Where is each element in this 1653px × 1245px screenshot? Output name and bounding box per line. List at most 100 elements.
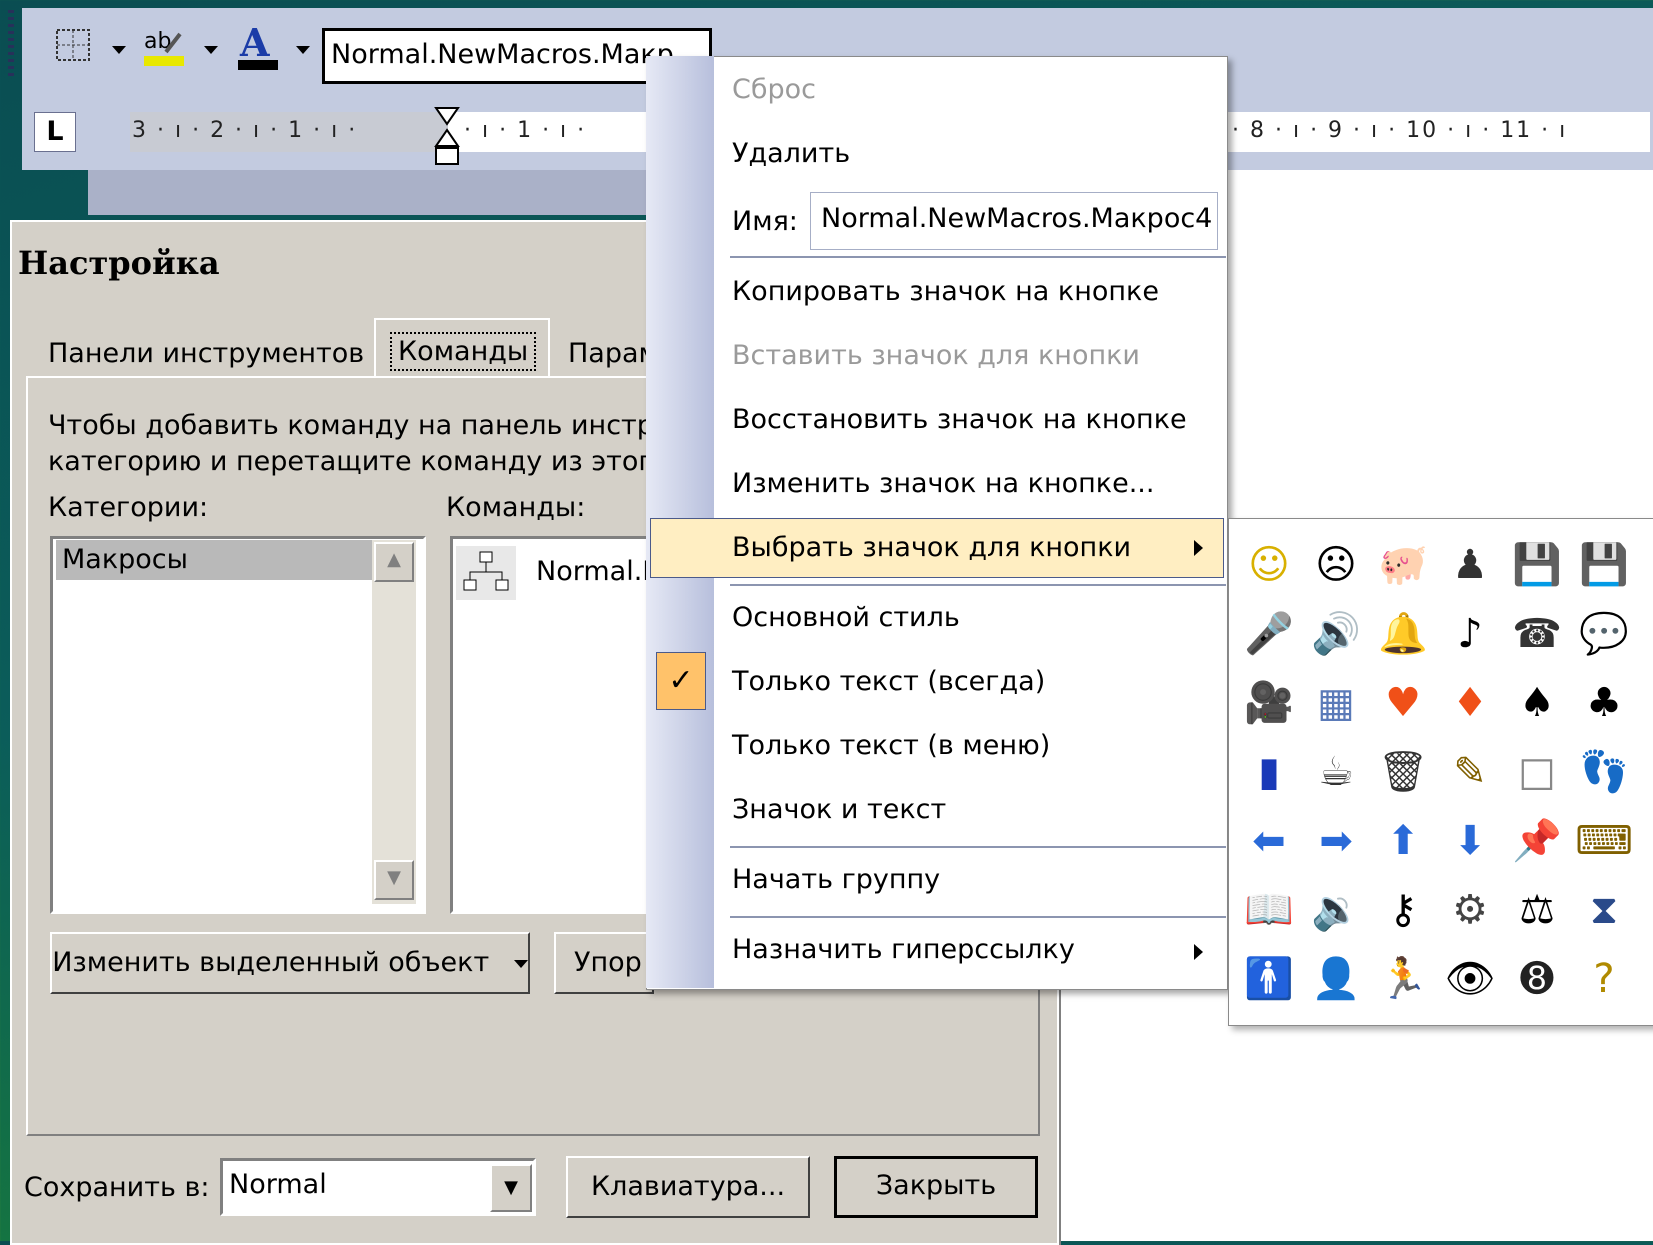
modify-selection-label: Изменить выделенный объект [52,947,490,978]
menu-item-edit-image[interactable]: Изменить значок на кнопке... [732,468,1154,499]
book-icon[interactable]: 📖 [1240,881,1298,939]
person-icon[interactable]: 🚹 [1240,950,1298,1008]
font-color-dropdown-icon[interactable] [296,46,310,54]
blank-square-icon[interactable]: □ [1508,743,1566,801]
hourglass-icon[interactable]: ⧗ [1575,881,1633,939]
dialog-title: Настройка [18,244,220,282]
toolbar-grip[interactable] [8,10,14,78]
menu-item-copy-image[interactable]: Копировать значок на кнопке [732,276,1159,307]
speaker-icon[interactable]: 🔊 [1307,605,1365,663]
scroll-down-icon[interactable]: ▼ [374,860,414,900]
save-in-select[interactable]: Normal [220,1158,536,1216]
question-mark-icon[interactable]: ? [1575,950,1633,1008]
speech-bubble-icon[interactable]: 💬 [1575,605,1633,663]
eye-icon[interactable]: 👁 [1441,950,1499,1008]
macro-tree-icon [456,546,516,600]
name-input[interactable]: Normal.NewMacros.Макрос4 [810,192,1218,250]
tab-label: Панели инструментов [48,338,365,369]
arrow-down-icon[interactable]: ⬇ [1441,812,1499,870]
font-color-icon[interactable]: A [236,20,278,70]
music-note-icon[interactable]: ♪ [1441,605,1499,663]
key-icon[interactable]: ⚷ [1374,881,1432,939]
menu-separator [730,846,1226,848]
border-icon[interactable] [54,22,94,66]
menu-separator [730,584,1226,586]
categories-label: Категории: [48,492,209,523]
instruction-line-2: категорию и перетащите команду из этого [48,446,670,477]
runner-icon[interactable]: 🏃 [1374,950,1432,1008]
pushpin-icon[interactable]: 📌 [1508,812,1566,870]
spade-icon[interactable]: ♠ [1508,674,1566,732]
modify-selection-button[interactable]: Изменить выделенный объект [50,932,530,994]
submenu-arrow-icon [1194,944,1203,960]
smiley-icon[interactable]: ☺ [1240,536,1298,594]
arrow-right-icon[interactable]: ➡ [1307,812,1365,870]
keyboard-button[interactable]: Клавиатура... [566,1156,810,1218]
ruler-left-ticks: 3 · ı · 2 · ı · 1 · ı · [132,118,358,143]
svg-text:A: A [239,22,270,65]
tab-label: Команды [389,332,537,371]
checkmark-icon: ✓ [656,652,706,710]
save-down-icon[interactable]: 💾 [1575,536,1633,594]
border-dropdown-icon[interactable] [112,46,126,54]
highlight-dropdown-icon[interactable] [204,46,218,54]
tab-commands[interactable]: Команды [374,318,550,378]
gears-icon[interactable]: ⚙ [1441,881,1499,939]
sad-face-icon[interactable]: ☹ [1307,536,1365,594]
categories-scrollbar[interactable] [372,540,416,904]
trash-can-icon[interactable]: 🗑 [1374,743,1432,801]
ruler-right-ticks: · 8 · ı · 9 · ı · 10 · ı · 11 · ı [1232,118,1568,143]
menu-item-reset[interactable]: Сброс [732,74,816,105]
tab-options[interactable]: Парам [552,322,659,378]
video-camera-icon[interactable]: 🎥 [1240,674,1298,732]
category-item-macros[interactable]: Макросы [56,540,372,580]
menu-separator [730,256,1226,258]
dropdown-arrow-icon [513,959,528,968]
tab-toolbars[interactable]: Панели инструментов [32,322,372,378]
menu-item-text-only-menus[interactable]: Только текст (в меню) [732,730,1050,761]
scroll-up-icon[interactable]: ▲ [374,542,414,582]
head-profile-icon[interactable]: 👤 [1307,950,1365,1008]
menu-item-assign-hyperlink[interactable]: Назначить гиперссылку [732,934,1075,965]
pencil-icon[interactable]: ✎ [1441,743,1499,801]
diamond-icon[interactable]: ♦ [1441,674,1499,732]
piggy-bank-icon[interactable]: 🐖 [1374,536,1432,594]
mug-icon[interactable]: ☕ [1307,743,1365,801]
name-label: Имя: [732,206,798,237]
save-in-dropdown-icon[interactable]: ▼ [490,1164,532,1212]
categories-list[interactable] [50,536,426,914]
highlight-icon[interactable]: ab [142,22,184,66]
arrow-up-icon[interactable]: ⬆ [1374,812,1432,870]
microphone-icon[interactable]: 🎤 [1240,605,1298,663]
ruler-mid-ticks: · ı · 1 · ı · [464,118,587,143]
commands-label: Команды: [446,492,586,523]
menu-item-restore-image[interactable]: Восстановить значок на кнопке [732,404,1187,435]
eight-ball-icon[interactable]: ➑ [1508,950,1566,1008]
keyboard-icon[interactable]: ⌨ [1575,812,1633,870]
calculator-icon[interactable]: ▦ [1307,674,1365,732]
club-icon[interactable]: ♣ [1575,674,1633,732]
save-up-icon[interactable]: 💾 [1508,536,1566,594]
close-button[interactable]: Закрыть [834,1156,1038,1218]
indent-marker-icon[interactable] [434,106,460,175]
menu-item-image-and-text[interactable]: Значок и текст [732,794,946,825]
save-in-label: Сохранить в: [24,1172,210,1203]
tab-selector[interactable]: L [34,112,76,152]
menu-item-default-style[interactable]: Основной стиль [732,602,960,633]
menu-item-delete[interactable]: Удалить [732,138,850,169]
heart-icon[interactable]: ♥ [1374,674,1432,732]
footprints-icon[interactable]: 👣 [1575,743,1633,801]
submenu-arrow-icon [1194,540,1203,556]
menu-item-paste-image[interactable]: Вставить значок для кнопки [732,340,1140,371]
rearrange-button[interactable]: Упор [554,932,654,994]
command-item[interactable]: Normal.N [536,556,662,587]
menu-item-text-only-always[interactable]: Только текст (всегда) [732,666,1045,697]
pawn-icon[interactable]: ♟ [1441,536,1499,594]
jar-icon[interactable]: ▮ [1240,743,1298,801]
bell-icon[interactable]: 🔔 [1374,605,1432,663]
scales-icon[interactable]: ⚖ [1508,881,1566,939]
arrow-left-icon[interactable]: ⬅ [1240,812,1298,870]
sound-wave-icon[interactable]: 🔉 [1307,881,1365,939]
menu-item-begin-group[interactable]: Начать группу [732,864,940,895]
telephone-icon[interactable]: ☎ [1508,605,1566,663]
